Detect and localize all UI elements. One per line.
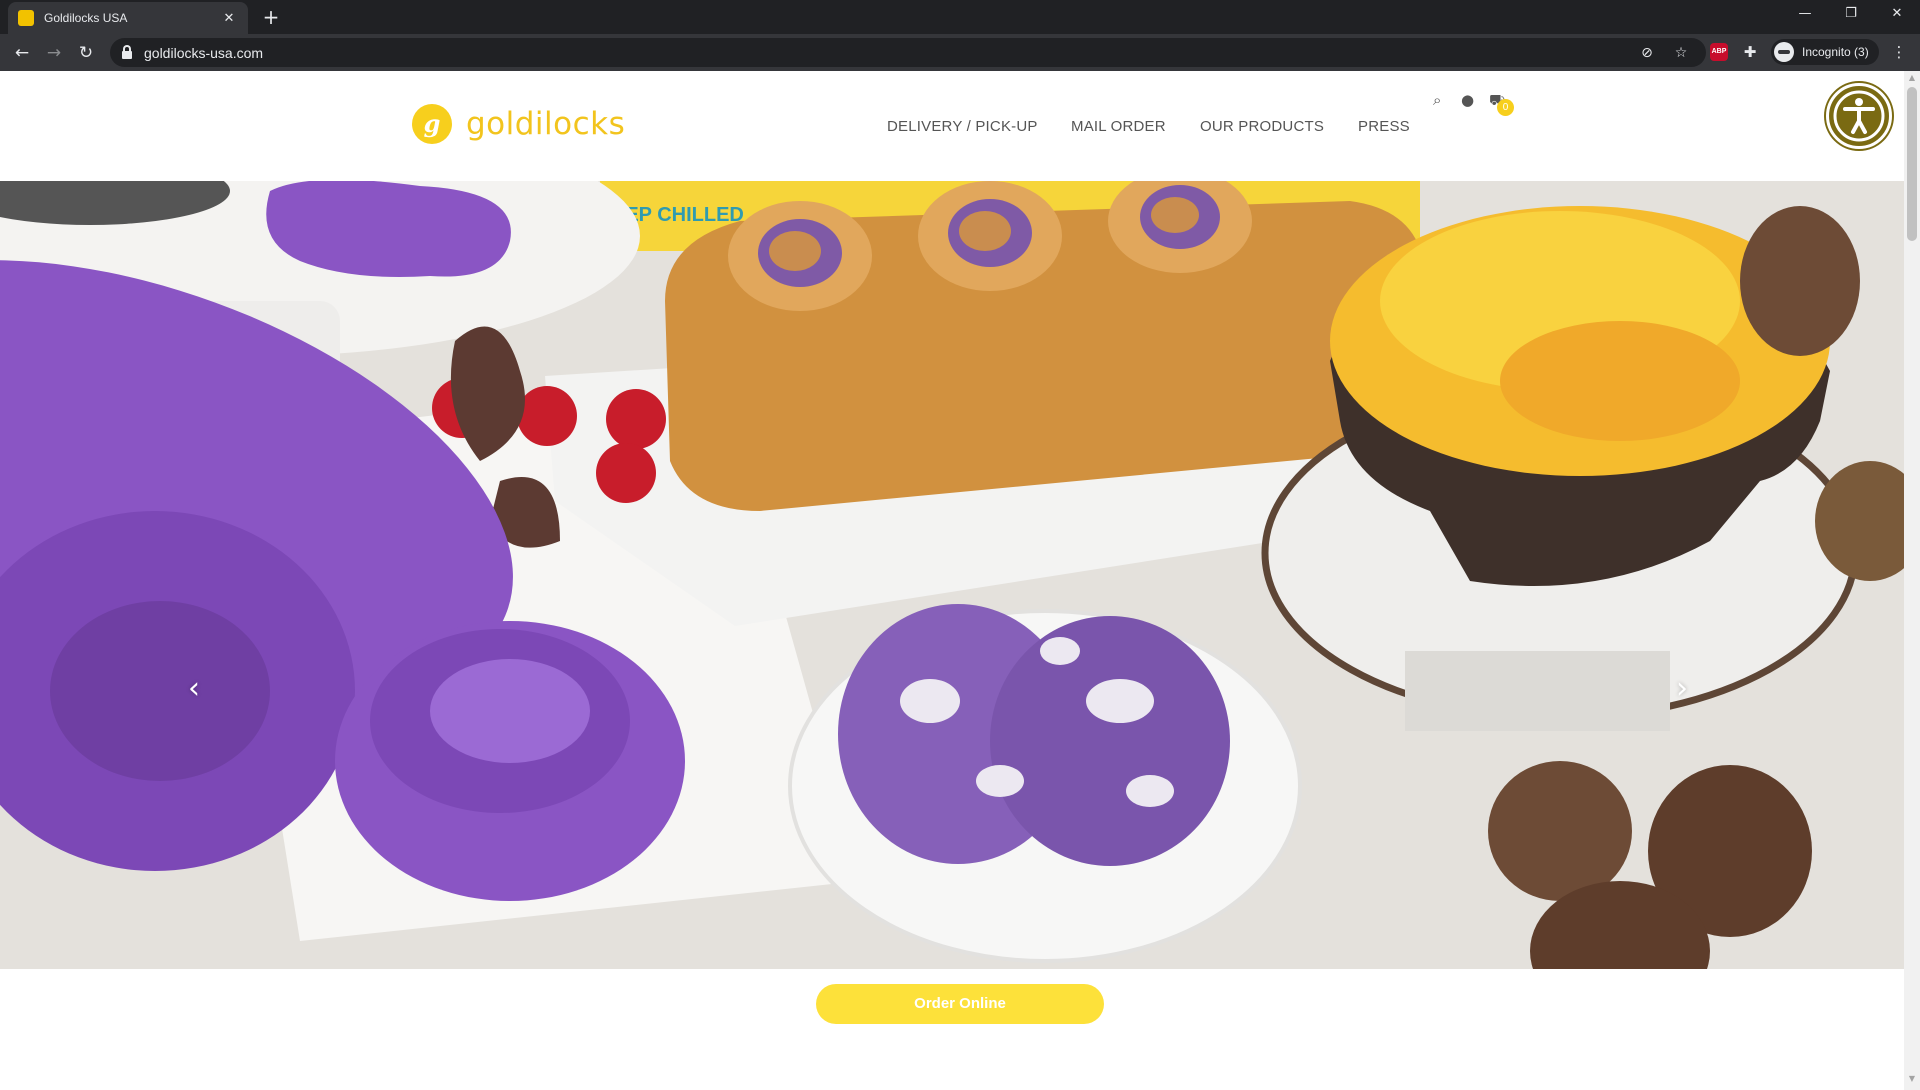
nav-our-products[interactable]: OUR PRODUCTS xyxy=(1200,118,1324,135)
adblock-extension-icon[interactable]: ABP xyxy=(1710,43,1728,61)
logo-mark-icon: g xyxy=(412,104,452,144)
hero-carousel[interactable]: EEP CHILLED ‹ › xyxy=(0,181,1904,969)
site-header: g goldilocks DELIVERY / PICK-UP MAIL ORD… xyxy=(0,71,1904,181)
extensions-puzzle-icon[interactable]: ✚ xyxy=(1739,41,1761,63)
browser-tab[interactable]: Goldilocks USA ✕ xyxy=(8,2,248,34)
scroll-up-icon[interactable]: ▲ xyxy=(1904,73,1920,87)
accessibility-icon xyxy=(1833,90,1885,142)
page-scrollbar[interactable]: ▲ ▼ xyxy=(1904,71,1920,1090)
close-window-button[interactable]: ✕ xyxy=(1874,0,1920,30)
page-viewport: g goldilocks DELIVERY / PICK-UP MAIL ORD… xyxy=(0,71,1904,1090)
tab-close-icon[interactable]: ✕ xyxy=(220,11,238,26)
browser-menu-icon[interactable]: ⋮ xyxy=(1888,41,1910,63)
back-button[interactable]: ← xyxy=(8,39,36,67)
carousel-prev-button[interactable]: ‹ xyxy=(188,671,200,706)
browser-toolbar: ← → ↻ goldilocks-usa.com ⊘ ☆ xyxy=(0,34,1920,71)
tracking-blocked-icon[interactable]: ⊘ xyxy=(1638,44,1656,62)
incognito-label: Incognito (3) xyxy=(1802,45,1869,59)
accessibility-button[interactable] xyxy=(1826,83,1892,149)
order-online-button[interactable]: Order Online xyxy=(816,984,1104,1024)
scroll-down-icon[interactable]: ▼ xyxy=(1904,1074,1920,1088)
hero-image: EEP CHILLED xyxy=(0,181,1904,969)
nav-delivery-pickup[interactable]: DELIVERY / PICK-UP xyxy=(887,118,1038,135)
logo-text: goldilocks xyxy=(466,106,626,142)
forward-button[interactable]: → xyxy=(40,39,68,67)
nav-press[interactable]: PRESS xyxy=(1358,118,1410,135)
site-logo[interactable]: g goldilocks xyxy=(412,104,625,144)
bookmark-star-icon[interactable]: ☆ xyxy=(1672,44,1690,62)
nav-mail-order[interactable]: MAIL ORDER xyxy=(1071,118,1166,135)
minimize-button[interactable]: — xyxy=(1782,0,1828,30)
url-text: goldilocks-usa.com xyxy=(144,44,264,61)
incognito-icon xyxy=(1774,42,1794,62)
carousel-next-button[interactable]: › xyxy=(1676,671,1688,706)
incognito-profile-button[interactable]: Incognito (3) xyxy=(1771,39,1879,65)
reload-button[interactable]: ↻ xyxy=(72,39,100,67)
scroll-thumb[interactable] xyxy=(1907,87,1917,241)
lock-icon xyxy=(122,44,132,59)
restore-button[interactable]: ❐ xyxy=(1828,0,1874,30)
address-bar[interactable]: goldilocks-usa.com ⊘ ☆ xyxy=(110,38,1706,67)
tab-title: Goldilocks USA xyxy=(44,11,128,25)
cart-count-badge: 0 xyxy=(1497,99,1514,116)
search-icon[interactable]: ⌕ xyxy=(1433,91,1441,109)
account-icon[interactable]: ● xyxy=(1461,91,1474,109)
new-tab-button[interactable]: + xyxy=(258,4,284,30)
browser-tab-bar: Goldilocks USA ✕ + — ❐ ✕ xyxy=(0,0,1920,34)
favicon-icon xyxy=(18,10,34,26)
